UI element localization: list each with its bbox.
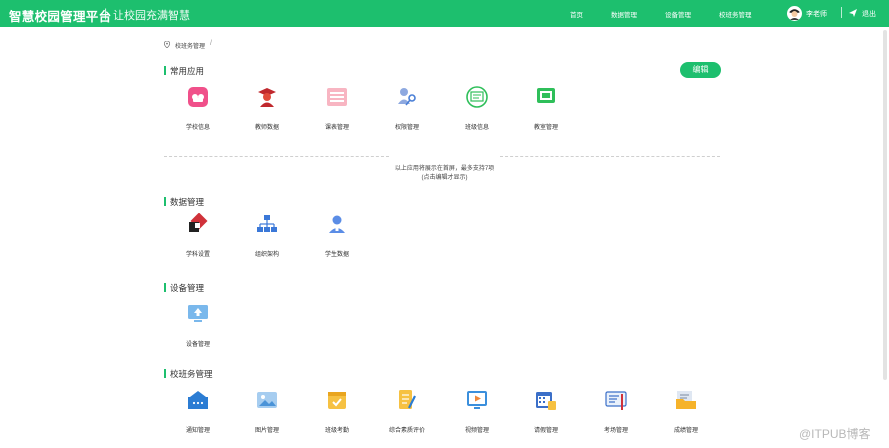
app-classroom[interactable]: 教室管理 (516, 86, 576, 131)
user-name[interactable]: 李老师 (806, 9, 827, 19)
app-label: 教室管理 (533, 125, 558, 131)
app-label: 成绩管理 (673, 428, 698, 434)
video-icon (467, 391, 487, 409)
brand-separator: | (104, 6, 108, 20)
app-label: 学校信息 (185, 125, 210, 131)
section-title-data: 数据管理 (170, 197, 205, 207)
divider-right (500, 156, 720, 157)
exam-board-icon (605, 391, 627, 410)
nav-data-management[interactable]: 数据管理 (611, 9, 637, 19)
app-teacher-data[interactable]: 教师数据 (237, 86, 297, 131)
monitor-upload-icon (188, 305, 208, 322)
brand-slogan: 让校园充满智慧 (113, 10, 190, 22)
section-title-device: 设备管理 (170, 283, 205, 293)
app-label: 综合素质评价 (388, 428, 425, 434)
app-permission[interactable]: 权限管理 (377, 86, 437, 131)
scrollbar[interactable] (883, 30, 887, 380)
image-icon (257, 392, 277, 408)
app-label: 考场管理 (603, 428, 628, 434)
nav-device-management[interactable]: 设备管理 (665, 9, 691, 19)
section-title-common: 常用应用 (170, 66, 205, 76)
app-label: 视频管理 (464, 428, 489, 434)
common-apps-note: 以上应用将展示在首屏，最多支持7项 (394, 166, 495, 172)
document-pen-icon (399, 390, 416, 409)
avatar[interactable] (787, 6, 802, 21)
app-video-management[interactable]: 视频管理 (447, 389, 507, 434)
nav-home[interactable]: 首页 (570, 9, 583, 19)
app-student-data[interactable]: 学生数据 (307, 213, 367, 258)
brand-title[interactable]: 智慧校园管理平台 (9, 6, 111, 25)
app-label: 学科设置 (185, 252, 210, 258)
app-class-attendance[interactable]: 班级考勤 (307, 389, 367, 434)
app-exam-room[interactable]: 考场管理 (586, 389, 646, 434)
edit-button[interactable]: 编辑 (680, 62, 721, 78)
app-label: 组织架构 (254, 252, 279, 258)
app-quality-evaluation[interactable]: 综合素质评价 (377, 389, 437, 434)
app-leave-management[interactable]: 请假管理 (516, 389, 576, 434)
send-icon[interactable] (849, 9, 857, 17)
app-label: 请假管理 (533, 428, 558, 434)
graduate-icon (258, 88, 276, 107)
app-label: 权限管理 (394, 125, 419, 131)
school-info-icon (188, 87, 208, 107)
schedule-icon (327, 88, 347, 106)
subject-icon (189, 212, 208, 232)
app-label: 教师数据 (254, 125, 279, 131)
leave-calendar-icon (536, 392, 556, 410)
student-icon (329, 215, 345, 233)
nav-campus-management[interactable]: 校班务管理 (719, 9, 752, 19)
divider-left (164, 156, 389, 157)
app-notification[interactable]: 通知管理 (168, 389, 228, 434)
breadcrumb[interactable]: 校班务管理 (175, 41, 205, 50)
top-bar: 智慧校园管理平台 | 让校园充满智慧 首页 数据管理 设备管理 校班务管理 李老… (0, 0, 889, 27)
folder-grades-icon (676, 391, 696, 409)
location-icon (164, 41, 170, 48)
app-label: 班级考勤 (324, 428, 349, 434)
app-label: 班级信息 (464, 125, 489, 131)
app-image-management[interactable]: 图片管理 (237, 389, 297, 434)
common-apps-hint: (点击编辑才显示) (421, 175, 468, 181)
app-label: 学生数据 (324, 252, 349, 258)
app-label: 课表管理 (324, 125, 349, 131)
app-school-info[interactable]: 学校信息 (168, 86, 228, 131)
breadcrumb-separator: / (210, 40, 212, 47)
notification-icon (188, 391, 208, 409)
logout-button[interactable]: 退出 (862, 9, 876, 19)
app-device-management[interactable]: 设备管理 (168, 303, 228, 348)
section-marker (164, 197, 166, 206)
header-divider (841, 7, 842, 18)
watermark: @ITPUB博客 (799, 427, 871, 441)
app-class-info[interactable]: 班级信息 (447, 86, 507, 131)
section-marker (164, 283, 166, 292)
section-marker (164, 369, 166, 378)
app-label: 图片管理 (254, 428, 279, 434)
app-label: 设备管理 (185, 342, 210, 348)
app-schedule[interactable]: 课表管理 (307, 86, 367, 131)
section-title-campus: 校班务管理 (170, 369, 213, 379)
app-org-structure[interactable]: 组织架构 (237, 213, 297, 258)
app-label: 通知管理 (185, 428, 210, 434)
key-user-icon (398, 88, 416, 106)
section-marker (164, 66, 166, 75)
calendar-check-icon (328, 392, 346, 409)
app-subject-settings[interactable]: 学科设置 (168, 212, 228, 258)
app-grade-management[interactable]: 成绩管理 (656, 389, 716, 434)
class-info-icon (466, 86, 488, 108)
classroom-icon (537, 88, 555, 103)
org-chart-icon (257, 215, 277, 232)
